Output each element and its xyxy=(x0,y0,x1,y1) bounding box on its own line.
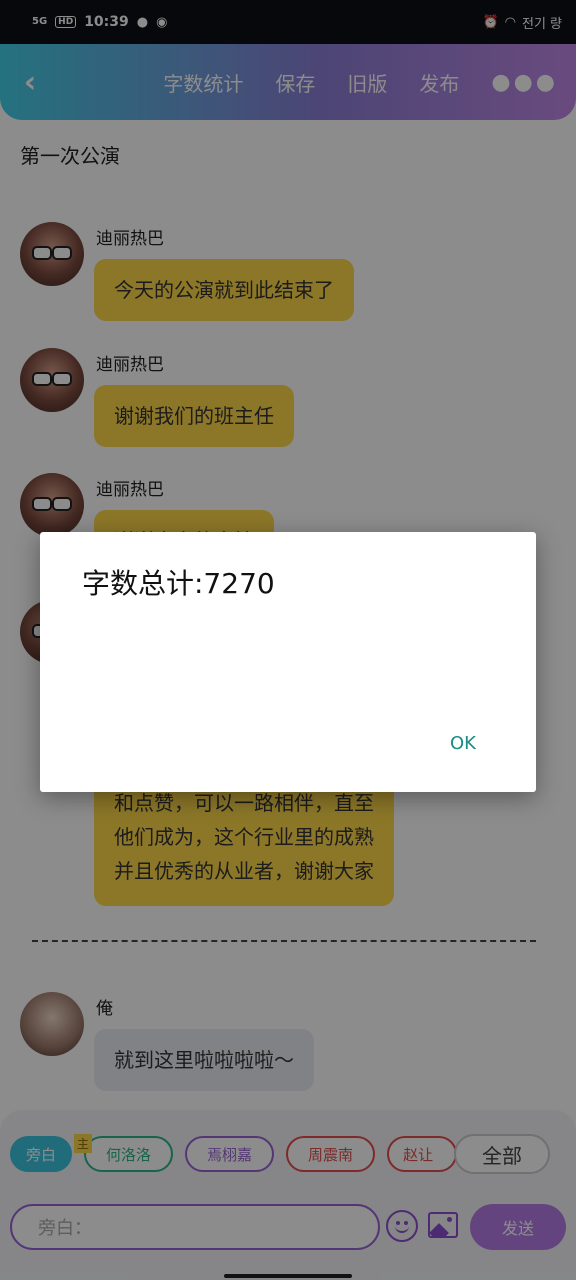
ok-button[interactable]: OK xyxy=(450,733,476,754)
word-count-dialog: 字数总计:7270 OK xyxy=(40,532,536,792)
dialog-message: 字数总计:7270 xyxy=(82,567,275,600)
